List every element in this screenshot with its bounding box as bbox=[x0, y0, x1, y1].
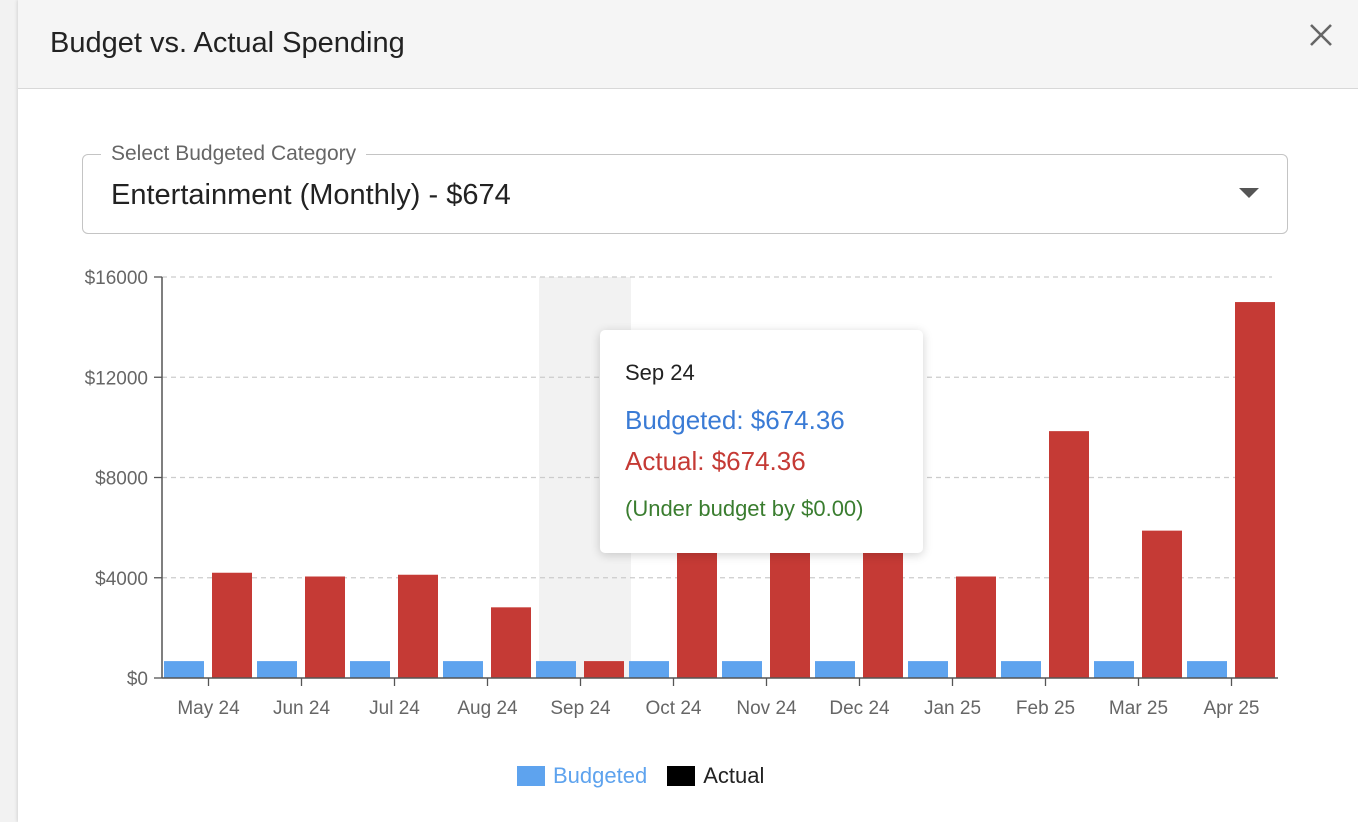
x-tick-label: Mar 25 bbox=[1109, 698, 1168, 719]
bar-actual bbox=[1049, 431, 1089, 678]
legend-label-actual: Actual bbox=[703, 763, 765, 788]
y-tick-label: $4000 bbox=[95, 569, 148, 590]
bar-actual bbox=[491, 607, 531, 678]
bar-budgeted bbox=[815, 661, 855, 678]
bar-actual bbox=[956, 576, 996, 678]
bar-actual bbox=[212, 572, 252, 678]
bar-actual bbox=[677, 547, 717, 678]
x-tick-label: Sep 24 bbox=[550, 698, 611, 719]
legend-swatch-actual bbox=[667, 766, 696, 786]
legend-item-actual[interactable]: Actual bbox=[667, 763, 764, 789]
bar-actual bbox=[863, 547, 903, 678]
bar-actual bbox=[305, 576, 345, 678]
x-tick-label: Apr 25 bbox=[1204, 698, 1260, 719]
bar-budgeted bbox=[1094, 661, 1134, 678]
x-tick-label: Jan 25 bbox=[924, 698, 981, 719]
tooltip-title: Sep 24 bbox=[625, 360, 695, 385]
bar-budgeted bbox=[443, 661, 483, 678]
bar-actual bbox=[1235, 302, 1275, 678]
bar-budgeted bbox=[164, 661, 204, 678]
bar-budgeted bbox=[629, 661, 669, 678]
x-tick-label: Jun 24 bbox=[273, 698, 330, 719]
y-tick-label: $16000 bbox=[85, 268, 148, 289]
x-tick-label: Aug 24 bbox=[457, 698, 518, 719]
bar-budgeted bbox=[536, 661, 576, 678]
y-tick-label: $8000 bbox=[95, 469, 148, 490]
bar-actual bbox=[398, 574, 438, 678]
tooltip-budgeted: Budgeted: $674.36 bbox=[625, 405, 845, 435]
bar-budgeted bbox=[350, 661, 390, 678]
bar-budgeted bbox=[1187, 661, 1227, 678]
x-tick-label: Dec 24 bbox=[829, 698, 890, 719]
legend-item-budgeted[interactable]: Budgeted bbox=[517, 763, 647, 789]
bar-actual bbox=[770, 547, 810, 678]
x-tick-label: Feb 25 bbox=[1016, 698, 1075, 719]
bar-budgeted bbox=[257, 661, 297, 678]
bar-actual bbox=[584, 661, 624, 678]
chart-tooltip: Sep 24 Budgeted: $674.36 Actual: $674.36… bbox=[600, 330, 923, 553]
bar-budgeted bbox=[722, 661, 762, 678]
chart-legend: Budgeted Actual bbox=[517, 760, 784, 792]
tooltip-actual: Actual: $674.36 bbox=[625, 446, 806, 476]
x-tick-label: May 24 bbox=[177, 698, 240, 719]
x-tick-label: Nov 24 bbox=[736, 698, 797, 719]
y-tick-label: $12000 bbox=[85, 368, 148, 389]
y-tick-label: $0 bbox=[127, 669, 148, 690]
legend-swatch-budgeted bbox=[517, 766, 545, 786]
bar-actual bbox=[1142, 530, 1182, 678]
legend-label-budgeted: Budgeted bbox=[553, 763, 648, 788]
bar-budgeted bbox=[908, 661, 948, 678]
bar-budgeted bbox=[1001, 661, 1041, 678]
x-tick-label: Jul 24 bbox=[369, 698, 420, 719]
x-tick-label: Oct 24 bbox=[646, 698, 702, 719]
tooltip-note: (Under budget by $0.00) bbox=[625, 496, 864, 521]
